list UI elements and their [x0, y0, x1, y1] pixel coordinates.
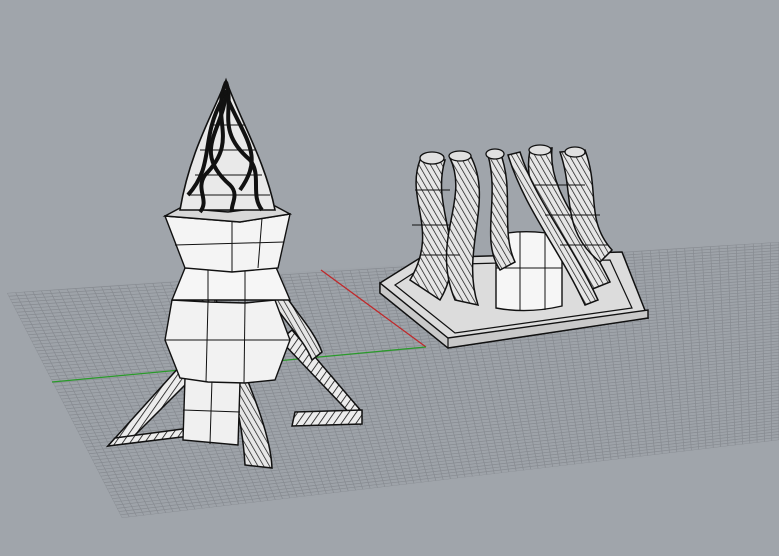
braided-pavilion-model[interactable]	[379, 144, 650, 349]
viewport-canvas[interactable]	[0, 0, 779, 556]
perspective-viewport[interactable]	[0, 0, 779, 556]
